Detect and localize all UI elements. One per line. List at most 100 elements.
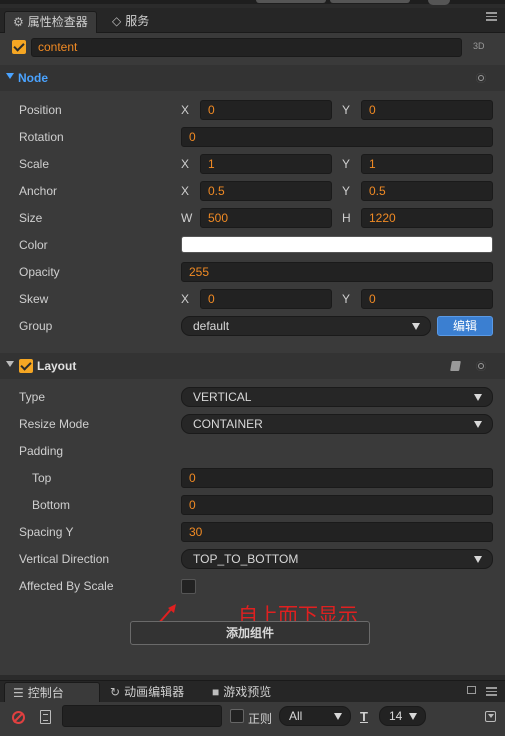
scale-row: Scale X 1 Y 1: [0, 151, 505, 178]
bottom-tabbar: ☰ 控制台 ↻ 动画编辑器 ■ 游戏预览: [0, 680, 505, 703]
collapse-arrow-icon[interactable]: [6, 73, 14, 79]
node-header: content 3D: [0, 33, 505, 61]
font-size-select[interactable]: 14: [379, 706, 426, 726]
anchor-row: Anchor X 0.5 Y 0.5: [0, 178, 505, 205]
layout-section-header[interactable]: Layout: [0, 353, 505, 379]
node-section-header[interactable]: Node: [0, 65, 505, 91]
tab-animation-editor[interactable]: ↻ 动画编辑器: [102, 682, 192, 703]
color-swatch[interactable]: [181, 236, 493, 253]
resize-mode-select-value: CONTAINER: [193, 417, 263, 431]
type-row: Type VERTICAL: [0, 384, 505, 411]
clear-console-icon[interactable]: [12, 711, 25, 724]
mode-3d-toggle[interactable]: 3D: [473, 41, 485, 51]
scale-x-field[interactable]: 1: [200, 154, 332, 174]
group-select[interactable]: default: [181, 316, 431, 336]
tab-inspector[interactable]: ⚙ 属性检查器: [4, 11, 97, 33]
font-size-icon: T: [360, 709, 368, 724]
padding-bottom-row: Bottom 0: [0, 492, 505, 519]
chevron-down-icon: [474, 394, 482, 401]
axis-y-label: Y: [342, 292, 351, 306]
console-search-input[interactable]: [62, 705, 222, 727]
skew-label: Skew: [19, 292, 49, 306]
anchor-x-field[interactable]: 0.5: [200, 181, 332, 201]
position-x-field[interactable]: 0: [200, 100, 332, 120]
type-label: Type: [19, 390, 46, 404]
group-edit-button[interactable]: 编辑: [437, 316, 493, 336]
resize-mode-label: Resize Mode: [19, 417, 90, 431]
rotation-label: Rotation: [19, 130, 64, 144]
size-label: Size: [19, 211, 43, 225]
services-icon: ◇: [112, 14, 122, 28]
tab-console[interactable]: ☰ 控制台: [4, 682, 100, 703]
affected-by-scale-row: Affected By Scale: [0, 573, 505, 600]
top-strip-segment: [256, 0, 326, 3]
skew-x-field[interactable]: 0: [200, 289, 332, 309]
anchor-y-field[interactable]: 0.5: [361, 181, 493, 201]
chevron-down-icon: [474, 556, 482, 563]
book-icon[interactable]: [450, 361, 461, 371]
position-y-field[interactable]: 0: [361, 100, 493, 120]
opacity-field[interactable]: 255: [181, 262, 493, 282]
chevron-down-icon: [334, 713, 342, 720]
padding-label: Padding: [19, 444, 64, 458]
padding-top-row: Top 0: [0, 465, 505, 492]
regex-checkbox[interactable]: [230, 709, 244, 723]
tab-animation-label: 动画编辑器: [124, 685, 185, 699]
tab-services-label: 服务: [125, 14, 150, 28]
collapse-icon[interactable]: [485, 711, 496, 722]
group-row: Group default 编辑: [0, 313, 505, 340]
axis-x-label: X: [181, 103, 190, 117]
type-select[interactable]: VERTICAL: [181, 387, 493, 407]
padding-row: Padding: [0, 438, 505, 465]
size-h-field[interactable]: 1220: [361, 208, 493, 228]
skew-row: Skew X 0 Y 0: [0, 286, 505, 313]
affected-by-scale-checkbox[interactable]: [181, 579, 196, 594]
log-file-icon[interactable]: [40, 710, 51, 724]
axis-x-label: X: [181, 184, 190, 198]
rotation-row: Rotation 0: [0, 124, 505, 151]
gear-icon[interactable]: [476, 361, 486, 371]
anchor-label: Anchor: [19, 184, 58, 198]
add-component-button[interactable]: 添加组件: [130, 621, 370, 645]
top-strip-circle: [428, 0, 450, 5]
padding-bottom-field[interactable]: 0: [181, 495, 493, 515]
type-select-value: VERTICAL: [193, 390, 252, 404]
tab-inspector-label: 属性检查器: [27, 15, 88, 29]
vertical-direction-label: Vertical Direction: [19, 552, 110, 566]
gear-icon[interactable]: [476, 73, 486, 83]
vertical-direction-select[interactable]: TOP_TO_BOTTOM: [181, 549, 493, 569]
popout-icon[interactable]: [467, 686, 476, 694]
collapse-arrow-icon[interactable]: [6, 361, 14, 367]
console-toolbar: 正则 All T 14: [0, 702, 505, 736]
color-label: Color: [19, 238, 48, 252]
scale-y-field[interactable]: 1: [361, 154, 493, 174]
axis-w-label: W: [181, 211, 193, 225]
tab-services[interactable]: ◇ 服务: [104, 11, 157, 33]
opacity-row: Opacity 255: [0, 259, 505, 286]
size-w-field[interactable]: 500: [200, 208, 332, 228]
layout-enabled-checkbox[interactable]: [19, 359, 33, 373]
spacing-y-field[interactable]: 30: [181, 522, 493, 542]
group-select-value: default: [193, 319, 230, 333]
panel-menu-icon[interactable]: [486, 687, 497, 696]
axis-h-label: H: [342, 211, 351, 225]
node-name-input[interactable]: content: [31, 38, 462, 57]
axis-y-label: Y: [342, 184, 351, 198]
rotation-field[interactable]: 0: [181, 127, 493, 147]
spacing-y-label: Spacing Y: [19, 525, 74, 539]
panel-menu-icon[interactable]: [486, 12, 497, 21]
inspector-panel: content 3D Node Position X 0 Y 0 Rotatio…: [0, 33, 505, 675]
group-label: Group: [19, 319, 53, 333]
size-row: Size W 500 H 1220: [0, 205, 505, 232]
regex-label: 正则: [248, 712, 273, 726]
padding-top-field[interactable]: 0: [181, 468, 493, 488]
tab-preview-label: 游戏预览: [223, 685, 272, 699]
position-row: Position X 0 Y 0: [0, 97, 505, 124]
node-section-title: Node: [18, 71, 48, 85]
resize-mode-select[interactable]: CONTAINER: [181, 414, 493, 434]
tab-game-preview[interactable]: ■ 游戏预览: [204, 682, 279, 703]
skew-y-field[interactable]: 0: [361, 289, 493, 309]
node-active-checkbox[interactable]: [12, 40, 26, 54]
log-level-select[interactable]: All: [279, 706, 351, 726]
chevron-down-icon: [412, 323, 420, 330]
